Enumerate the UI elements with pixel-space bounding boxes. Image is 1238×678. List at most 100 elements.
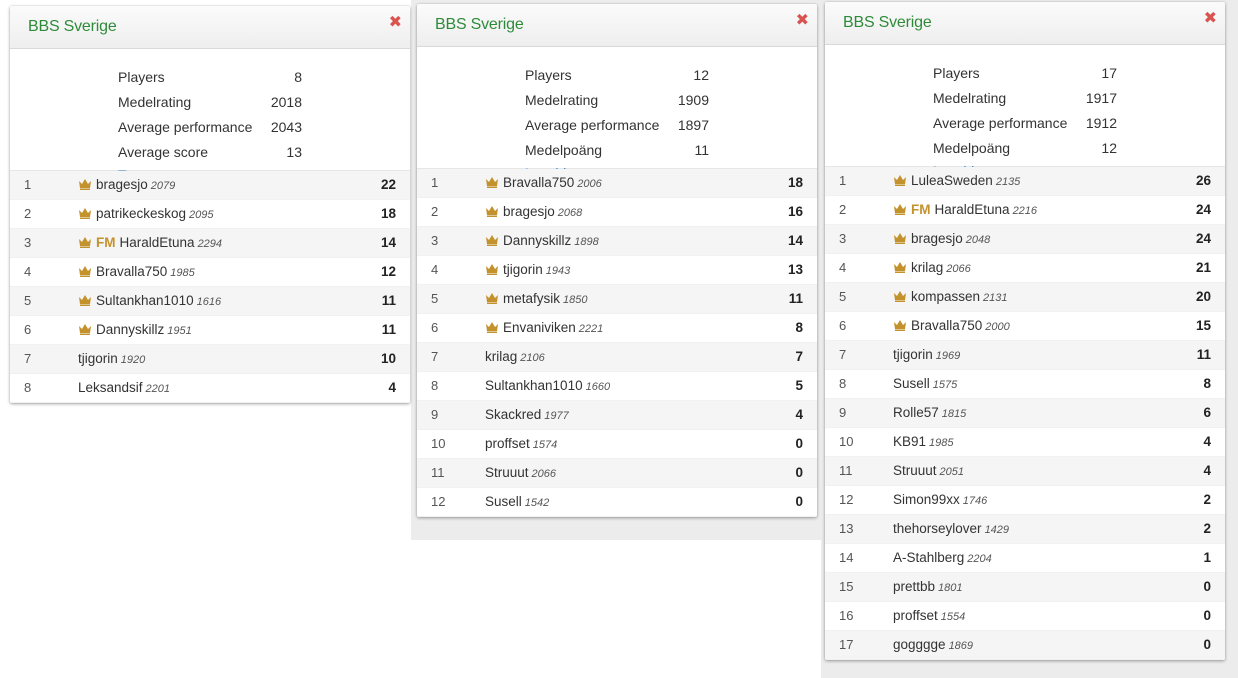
close-icon[interactable]: ✖ xyxy=(389,12,402,32)
player-name-link[interactable]: Envaniviken xyxy=(503,320,576,335)
player-name-link[interactable]: Sultankhan1010 xyxy=(96,293,194,308)
player-rank: 4 xyxy=(24,264,32,279)
player-name-link[interactable]: proffset xyxy=(485,436,530,451)
player-name-link[interactable]: tjigorin xyxy=(503,262,543,277)
player-rating: 1575 xyxy=(932,379,958,391)
player-name-link[interactable]: Skackred xyxy=(485,407,541,422)
player-entry: prettbb 1801 xyxy=(893,579,963,594)
player-name-link[interactable]: Leksandsif xyxy=(78,380,143,395)
player-entry: gogggge 1869 xyxy=(893,637,973,652)
player-score: 26 xyxy=(1195,173,1211,188)
player-rank: 10 xyxy=(839,434,854,449)
player-name-link[interactable]: kompassen xyxy=(911,289,980,304)
player-name-link[interactable]: HaraldEtuna xyxy=(935,202,1010,217)
stat-row: Average score 13 xyxy=(10,144,410,169)
player-score: 2 xyxy=(1203,492,1211,507)
crown-icon xyxy=(893,261,907,273)
player-entry: Leksandsif 2201 xyxy=(78,380,170,395)
player-name-link[interactable]: thehorseylover xyxy=(893,521,982,536)
player-rating: 1920 xyxy=(120,354,146,366)
player-score: 2 xyxy=(1203,521,1211,536)
player-rank: 15 xyxy=(839,579,854,594)
player-name-link[interactable]: bragesjo xyxy=(503,204,555,219)
player-name-link[interactable]: A-Stahlberg xyxy=(893,550,964,565)
player-row: 16 proffset 1554 0 xyxy=(825,602,1225,631)
player-row: 11 Struuut 2051 4 xyxy=(825,457,1225,486)
player-row: 11 Struuut 2066 0 xyxy=(417,459,817,488)
player-name-link[interactable]: bragesjo xyxy=(911,231,963,246)
player-rating: 2048 xyxy=(965,234,991,246)
player-name-link[interactable]: Struuut xyxy=(485,465,529,480)
player-title: FM xyxy=(96,235,116,250)
player-row: 3 FM HaraldEtuna 2294 14 xyxy=(10,229,410,258)
player-name-link[interactable]: Bravalla750 xyxy=(911,318,982,333)
player-rating: 2131 xyxy=(983,292,1008,304)
player-entry: tjigorin 1943 xyxy=(485,262,570,277)
player-name-link[interactable]: Rolle57 xyxy=(893,405,939,420)
player-name-link[interactable]: LuleaSweden xyxy=(911,173,993,188)
player-name-link[interactable]: tjigorin xyxy=(893,347,933,362)
player-score: 15 xyxy=(1195,318,1211,333)
player-score: 8 xyxy=(1203,376,1211,391)
player-rank: 12 xyxy=(431,494,446,509)
player-rating: 1815 xyxy=(941,408,967,420)
player-score: 11 xyxy=(788,291,803,306)
player-rating: 1943 xyxy=(545,265,571,277)
stat-label: Medelrating xyxy=(933,90,1007,106)
player-rating: 1746 xyxy=(962,495,988,507)
close-icon[interactable]: ✖ xyxy=(1204,8,1217,28)
stat-row: Players 12 xyxy=(417,67,817,92)
team-title[interactable]: BBS Sverige xyxy=(28,18,117,36)
team-title[interactable]: BBS Sverige xyxy=(843,14,932,32)
player-entry: bragesjo 2048 xyxy=(893,231,990,246)
player-entry: KB91 1985 xyxy=(893,434,954,449)
player-name-link[interactable]: HaraldEtuna xyxy=(120,235,195,250)
player-list: 1 Bravalla750 2006 18 2 bragesjo 2068 16 3 Dannys… xyxy=(417,168,817,517)
player-name-link[interactable]: proffset xyxy=(893,608,938,623)
player-score: 0 xyxy=(1203,637,1211,652)
player-rating: 1898 xyxy=(574,236,599,248)
stat-value: 1912 xyxy=(1085,115,1117,131)
player-name-link[interactable]: Susell xyxy=(485,494,522,509)
player-name-link[interactable]: Susell xyxy=(893,376,930,391)
player-name-link[interactable]: Dannyskillz xyxy=(96,322,164,337)
player-entry: krilag 2106 xyxy=(485,349,545,364)
player-row: 5 Sultankhan1010 1616 11 xyxy=(10,287,410,316)
player-entry: proffset 1554 xyxy=(893,608,965,623)
player-name-link[interactable]: gogggge xyxy=(893,637,946,652)
player-name-link[interactable]: Simon99xx xyxy=(893,492,960,507)
player-rank: 8 xyxy=(431,378,439,393)
player-name-link[interactable]: prettbb xyxy=(893,579,935,594)
player-score: 7 xyxy=(795,349,803,364)
player-name-link[interactable]: Dannyskillz xyxy=(503,233,571,248)
team-title[interactable]: BBS Sverige xyxy=(435,16,524,34)
player-rank: 4 xyxy=(839,260,847,275)
player-score: 0 xyxy=(795,436,803,451)
player-rating: 2079 xyxy=(150,180,176,192)
player-name-link[interactable]: Sultankhan1010 xyxy=(485,378,583,393)
player-name-link[interactable]: patrikeckeskog xyxy=(96,206,186,221)
close-icon[interactable]: ✖ xyxy=(796,10,809,30)
player-name-link[interactable]: metafysik xyxy=(503,291,560,306)
player-name-link[interactable]: Bravalla750 xyxy=(96,264,167,279)
player-name-link[interactable]: Bravalla750 xyxy=(503,175,574,190)
player-rating: 1985 xyxy=(170,267,195,279)
player-rank: 2 xyxy=(431,204,439,219)
player-score: 4 xyxy=(1203,463,1211,478)
player-name-link[interactable]: bragesjo xyxy=(96,177,148,192)
player-rank: 10 xyxy=(431,436,446,451)
stat-value: 2043 xyxy=(270,119,302,135)
player-name-link[interactable]: krilag xyxy=(911,260,943,275)
player-entry: LuleaSweden 2135 xyxy=(893,173,1020,188)
player-name-link[interactable]: krilag xyxy=(485,349,517,364)
player-entry: Skackred 1977 xyxy=(485,407,569,422)
player-name-link[interactable]: Struuut xyxy=(893,463,937,478)
stat-value: 1897 xyxy=(677,117,709,133)
player-score: 0 xyxy=(795,465,803,480)
player-name-link[interactable]: KB91 xyxy=(893,434,926,449)
player-rank: 1 xyxy=(839,173,847,188)
crown-icon xyxy=(485,176,499,188)
player-rank: 9 xyxy=(431,407,439,422)
player-name-link[interactable]: tjigorin xyxy=(78,351,118,366)
team-panel-1: BBS Sverige ✖ Players 8 Medelrating 2018 Avera… xyxy=(10,6,410,403)
